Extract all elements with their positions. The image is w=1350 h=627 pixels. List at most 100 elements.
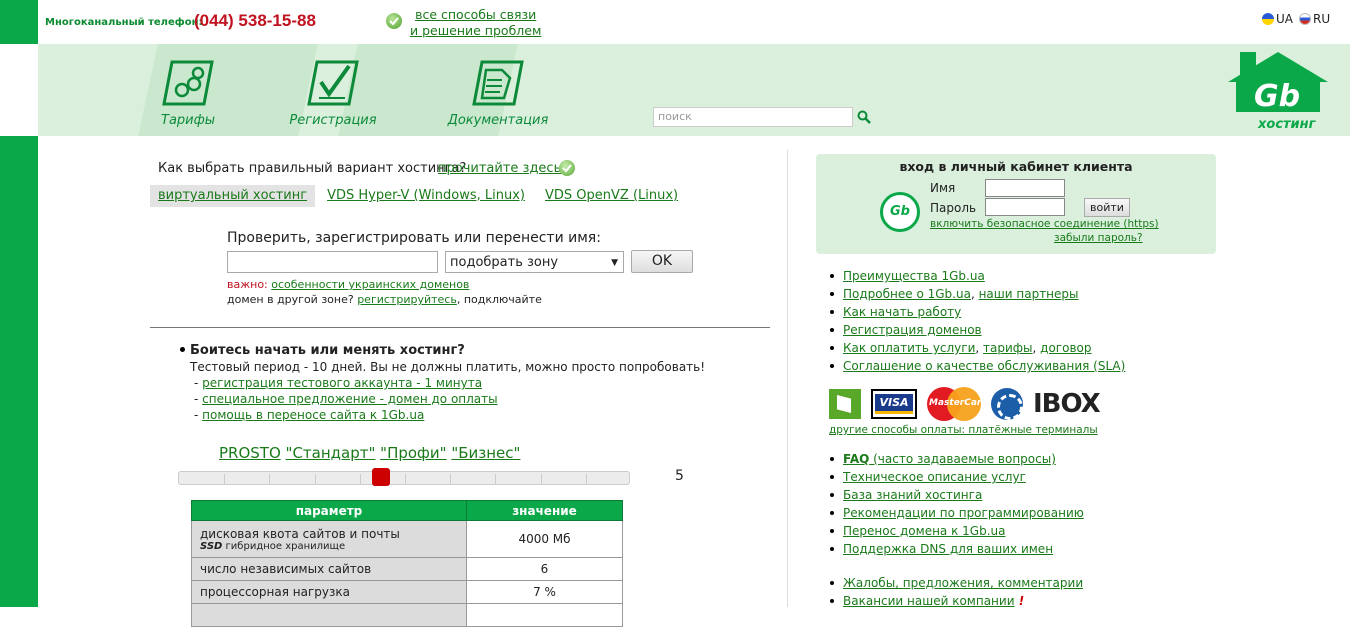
search-input[interactable]: поиск (653, 107, 853, 127)
sidebar-text: ! (1014, 594, 1025, 608)
test-account-link[interactable]: регистрация тестового аккаунта - 1 минут… (202, 376, 482, 390)
plan-slider-track[interactable] (178, 471, 630, 485)
list-item: - помощь в переносе сайта к 1Gb.ua (194, 408, 425, 422)
sidebar-link[interactable]: FAQ (843, 452, 869, 466)
sidebar-link[interactable]: Соглашение о качестве обслуживания (SLA) (843, 359, 1125, 373)
other-zone-text: домен в другой зоне? (227, 293, 354, 306)
list-item: Подробнее о 1Gb.ua, наши партнеры (829, 285, 1125, 303)
list-item: База знаний хостинга (830, 486, 1084, 504)
plan-slider-thumb[interactable] (372, 468, 390, 486)
contact-link-line2[interactable]: и решение проблем (410, 23, 541, 38)
plan-prosto[interactable]: PROSTO (219, 444, 281, 462)
tab-virtual-hosting[interactable]: виртуальный хостинг (150, 185, 316, 207)
logo-text: Gb (1254, 79, 1300, 114)
sidebar-link[interactable]: Рекомендации по программированию (843, 506, 1084, 520)
payment-methods: VISA MasterCard IBOX (829, 387, 1101, 421)
list-item: - регистрация тестового аккаунта - 1 мин… (194, 376, 483, 390)
other-zone-note: домен в другой зоне? регистрируйтесь, по… (227, 293, 542, 306)
table-row: процессорная нагрузка 7 % (191, 580, 623, 604)
plan-slider-value: 5 (675, 468, 684, 484)
lang-ru[interactable]: RU (1299, 12, 1330, 26)
ukraine-flag-icon (1262, 13, 1274, 25)
logo-subtitle: хостинг (1257, 117, 1317, 132)
nav-documentation-label: Документация (447, 113, 549, 128)
lang-ua[interactable]: UA (1262, 12, 1293, 26)
sidebar-link[interactable]: Как начать работу (843, 305, 961, 319)
domain-ok-button[interactable]: OK (631, 250, 693, 273)
domain-input[interactable] (227, 251, 438, 273)
column-header-param: параметр (191, 500, 467, 521)
sidebar-link[interactable]: тарифы (983, 341, 1033, 355)
value-cell: 4000 Мб (466, 520, 623, 558)
sidebar-link[interactable]: Жалобы, предложения, комментарии (843, 576, 1083, 590)
nav-registration[interactable]: Регистрация (278, 44, 388, 136)
login-button[interactable]: войти (1084, 198, 1130, 217)
sidebar-link[interactable]: Техническое описание услуг (843, 470, 1026, 484)
list-item: Жалобы, предложения, комментарии (829, 574, 1083, 592)
sidebar-link[interactable]: База знаний хостинга (843, 488, 982, 502)
list-item: Техническое описание услуг (830, 468, 1084, 486)
trial-block: Боитесь начать или менять хостинг? Тесто… (180, 342, 740, 423)
info-links-list: Преимущества 1Gb.ua Подробнее о 1Gb.ua, н… (829, 267, 1125, 375)
zone-select[interactable]: подобрать зону ▼ (445, 251, 624, 273)
secure-connection-link[interactable]: включить безопасное соединение (https) (930, 218, 1159, 230)
sidebar-link[interactable]: Регистрация доменов (843, 323, 982, 337)
site-transfer-link[interactable]: помощь в переносе сайта к 1Gb.ua (202, 408, 424, 422)
password-input[interactable] (985, 198, 1065, 216)
list-item: Преимущества 1Gb.ua (829, 267, 1125, 285)
sidebar-link[interactable]: (часто задаваемые вопросы) (869, 452, 1056, 466)
slider-tick (450, 474, 451, 484)
list-item: FAQ (часто задаваемые вопросы) (830, 450, 1084, 468)
login-title: вход в личный кабинет клиента (899, 159, 1133, 174)
sidebar-link[interactable]: Вакансии нашей компании (843, 594, 1015, 608)
sidebar-link[interactable]: договор (1040, 341, 1091, 355)
slider-tick (360, 474, 361, 484)
list-item: Рекомендации по программированию (830, 504, 1084, 522)
nav-registration-label: Регистрация (289, 113, 377, 128)
ukrainian-domains-link[interactable]: особенности украинских доменов (271, 278, 469, 291)
sidebar-link[interactable]: наши партнеры (979, 287, 1079, 301)
visa-icon: VISA (871, 389, 917, 419)
plan-standard[interactable]: "Стандарт" (286, 444, 376, 462)
sidebar-link[interactable]: Как оплатить услуги (843, 341, 975, 355)
contact-link-line1[interactable]: все способы связи (415, 7, 536, 22)
1gb-hosting-logo[interactable]: Gb хостинг (1228, 50, 1328, 132)
slider-tick (495, 474, 496, 484)
sidebar-link[interactable]: Подробнее о 1Gb.ua (843, 287, 971, 301)
mastercard-logo-text: MasterCard (929, 398, 988, 408)
tariffs-icon (162, 60, 214, 106)
param-name: дисковая квота сайтов и почты (200, 526, 400, 541)
list-item: Регистрация доменов (829, 321, 1125, 339)
tab-vds-hyperv[interactable]: VDS Hyper-V (Windows, Linux) (319, 185, 533, 207)
special-offer-link[interactable]: специальное предложение - домен до оплат… (202, 392, 497, 406)
left-green-band-top (0, 0, 38, 44)
search-icon[interactable] (857, 110, 871, 124)
value-cell: 7 % (466, 580, 623, 604)
nav-documentation[interactable]: Документация (438, 44, 558, 136)
choose-hosting-link[interactable]: прочитайте здесь (438, 161, 561, 176)
register-link[interactable]: регистрируйтесь (357, 293, 457, 306)
list-item: Вакансии нашей компании ! (829, 592, 1083, 610)
plan-business[interactable]: "Бизнес" (451, 444, 520, 462)
nav-tariffs[interactable]: Тарифы (133, 44, 243, 136)
sidebar-link[interactable]: Преимущества 1Gb.ua (843, 269, 985, 283)
slider-tick (405, 474, 406, 484)
name-input[interactable] (985, 179, 1065, 197)
login-logo-icon: Gb (880, 192, 920, 232)
password-label: Пароль (930, 201, 977, 215)
nav-tariffs-label: Тарифы (161, 113, 215, 128)
login-logo-text: Gb (890, 204, 910, 219)
sidebar-text: , (975, 341, 984, 355)
other-payment-link[interactable]: другие способы оплаты: платёжные термина… (829, 424, 1098, 436)
column-divider (787, 150, 788, 607)
choose-hosting-question: Как выбрать правильный вариант хостинга? (158, 161, 467, 176)
phone-label: Многоканальный телефон: (45, 17, 203, 28)
plan-profi[interactable]: "Профи" (380, 444, 446, 462)
sidebar-link[interactable]: Перенос домена к 1Gb.ua (843, 524, 1005, 538)
help-links-list: FAQ (часто задаваемые вопросы) Техническо… (830, 450, 1084, 558)
tab-vds-openvz[interactable]: VDS OpenVZ (Linux) (537, 185, 686, 207)
value-cell: 6 (466, 557, 623, 581)
forgot-password-link[interactable]: забыли пароль? (1054, 232, 1143, 244)
contact-link[interactable]: все способы связи и решение проблем (410, 7, 541, 39)
sidebar-link[interactable]: Поддержка DNS для ваших имен (843, 542, 1053, 556)
